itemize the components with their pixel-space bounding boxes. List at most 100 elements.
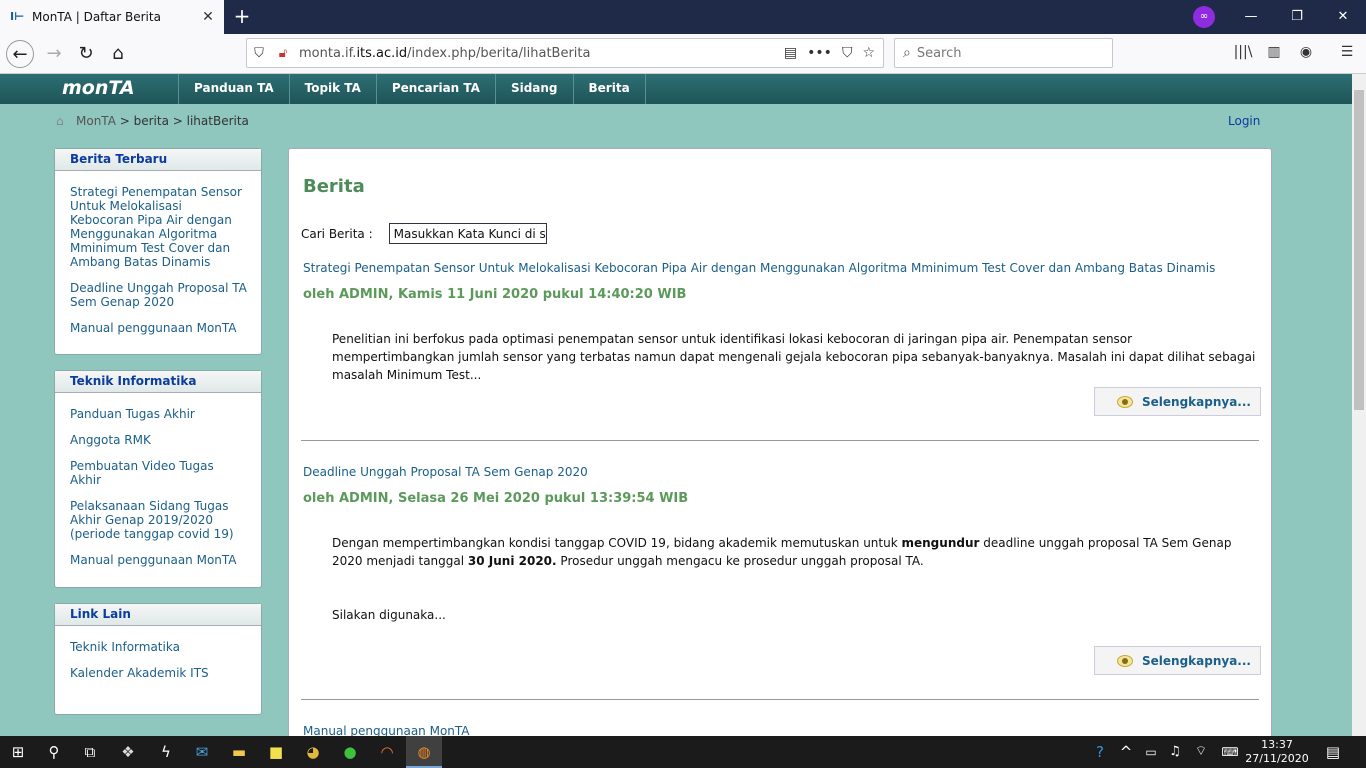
chevron-up-icon[interactable]: ^ <box>1112 736 1140 768</box>
read-more-button[interactable]: Selengkapnya... <box>1094 646 1261 675</box>
sticky-notes-icon[interactable]: ■ <box>258 736 294 768</box>
sidebar-link[interactable]: Manual penggunaan MonTA <box>70 553 237 567</box>
url-host: its.ac.id <box>356 45 408 61</box>
windows-start-icon[interactable]: ⊞ <box>0 736 36 768</box>
eye-icon <box>1117 654 1133 667</box>
sidebar-link[interactable]: Deadline Unggah Proposal TA Sem Genap 20… <box>70 281 247 309</box>
excerpt-bold-date: 30 Juni 2020. <box>467 554 557 568</box>
page-scrollbar[interactable] <box>1352 74 1366 736</box>
mail-icon[interactable]: ✉ <box>184 736 220 768</box>
news-meta: oleh ADMIN, Selasa 26 Mei 2020 pukul 13:… <box>303 491 689 506</box>
chrome-icon[interactable]: ◕ <box>295 736 331 768</box>
search-label: Cari Berita : <box>301 226 373 241</box>
site-header: monTA Panduan TA Topik TA Pencarian TA S… <box>0 74 1352 104</box>
sidebar-link[interactable]: Strategi Penempatan Sensor Untuk Melokal… <box>70 185 242 269</box>
insecure-lock-icon[interactable]: 🔓︎ <box>271 46 295 61</box>
breadcrumb-monta[interactable]: MonTA <box>76 114 116 128</box>
reader-view-icon[interactable]: ▤ <box>784 45 797 61</box>
list-item: Panduan Tugas Akhir <box>70 407 247 421</box>
task-view-icon[interactable]: ⧉ <box>72 736 108 768</box>
battery-icon[interactable]: ▭ <box>1138 736 1164 768</box>
address-bar[interactable]: ⛉ 🔓︎ monta.if.its.ac.id/index.php/berita… <box>246 38 884 68</box>
notifications-icon[interactable]: ▤ <box>1318 736 1348 768</box>
language-icon[interactable]: ⌨ <box>1216 736 1244 768</box>
library-icon[interactable]: |||\ <box>1232 44 1254 64</box>
close-tab-icon[interactable]: ✕ <box>200 9 216 25</box>
sidebar-box-berita-terbaru: Berita Terbaru Strategi Penempatan Senso… <box>54 148 262 355</box>
sidebar-box-title: Teknik Informatika <box>55 371 261 393</box>
menu-pencarian-ta[interactable]: Pencarian TA <box>377 74 496 104</box>
account-icon[interactable]: ◉ <box>1295 44 1317 64</box>
menu-icon[interactable]: ☰ <box>1336 44 1358 64</box>
bolt-app-icon[interactable]: ϟ <box>148 736 184 768</box>
sidebar-link[interactable]: Anggota RMK <box>70 433 151 447</box>
sidebar-link[interactable]: Panduan Tugas Akhir <box>70 407 195 421</box>
list-item: Kalender Akademik ITS <box>70 666 247 680</box>
file-explorer-icon[interactable]: ▬ <box>221 736 257 768</box>
eye-icon <box>1117 395 1133 408</box>
menu-sidang[interactable]: Sidang <box>496 74 574 104</box>
search-bar[interactable]: ⌕ Search <box>894 38 1113 68</box>
sidebar-link[interactable]: Teknik Informatika <box>70 640 180 654</box>
menu-panduan-ta[interactable]: Panduan TA <box>179 74 290 104</box>
minimize-icon[interactable]: — <box>1228 0 1274 34</box>
pocket-icon[interactable]: ⛉ <box>842 45 853 61</box>
breadcrumb-lihatberita: lihatBerita <box>186 114 249 128</box>
menu-topik-ta[interactable]: Topik TA <box>290 74 377 104</box>
browser-tab[interactable]: I⊢ MonTA | Daftar Berita ✕ <box>0 0 224 34</box>
breadcrumb: ⌂ MonTA > berita > lihatBerita <box>56 114 249 128</box>
app-icon[interactable]: ◠ <box>369 736 405 768</box>
system-clock[interactable]: 13:37 27/11/2020 <box>1244 738 1310 766</box>
scrollbar-thumb[interactable] <box>1354 90 1364 410</box>
news-title-link[interactable]: Deadline Unggah Proposal TA Sem Genap 20… <box>303 465 1263 479</box>
firefox-icon[interactable]: ◍ <box>406 736 442 768</box>
back-icon[interactable]: ← <box>6 40 34 68</box>
close-window-icon[interactable]: ✕ <box>1320 0 1366 34</box>
news-search-input[interactable] <box>388 223 547 244</box>
shield-icon[interactable]: ⛉ <box>247 46 271 61</box>
browser-tab-bar: I⊢ MonTA | Daftar Berita ✕ + ∞ — ❐ ✕ <box>0 0 1366 34</box>
read-more-button[interactable]: Selengkapnya... <box>1094 387 1261 416</box>
list-item: Pembuatan Video Tugas Akhir <box>70 459 247 487</box>
news-title-link[interactable]: Strategi Penempatan Sensor Untuk Melokal… <box>303 261 1263 275</box>
search-icon: ⌕ <box>903 45 911 61</box>
list-item: Strategi Penempatan Sensor Untuk Melokal… <box>70 185 247 269</box>
url-text[interactable]: monta.if.its.ac.id/index.php/berita/liha… <box>295 46 784 61</box>
private-browsing-icon: ∞ <box>1193 6 1215 28</box>
sidebar-link[interactable]: Manual penggunaan MonTA <box>70 321 237 335</box>
reload-icon[interactable]: ↻ <box>72 40 100 68</box>
sidebar-toggle-icon[interactable]: ▥ <box>1263 44 1285 64</box>
main-menu: Panduan TA Topik TA Pencarian TA Sidang … <box>178 74 646 104</box>
sidebar-link[interactable]: Pembuatan Video Tugas Akhir <box>70 459 214 487</box>
list-item: Pelaksanaan Sidang Tugas Akhir Genap 201… <box>70 499 247 541</box>
news-excerpt: Penelitian ini berfokus pada optimasi pe… <box>332 332 1256 382</box>
news-excerpt: Dengan mempertimbangkan kondisi tanggap … <box>332 534 1258 624</box>
restore-icon[interactable]: ❐ <box>1274 0 1320 34</box>
divider <box>301 699 1259 700</box>
dropbox-icon[interactable]: ❖ <box>110 736 146 768</box>
sidebar-link[interactable]: Pelaksanaan Sidang Tugas Akhir Genap 201… <box>70 499 234 541</box>
bookmark-star-icon[interactable]: ☆ <box>862 45 875 61</box>
new-tab-icon[interactable]: + <box>230 4 254 28</box>
login-link[interactable]: Login <box>1228 114 1260 128</box>
sidebar-box-link-lain: Link Lain Teknik Informatika Kalender Ak… <box>54 603 262 715</box>
breadcrumb-separator: > <box>168 114 187 128</box>
home-icon[interactable]: ⌂ <box>104 40 132 68</box>
clock-date: 27/11/2020 <box>1245 752 1309 765</box>
sidebar-link[interactable]: Kalender Akademik ITS <box>70 666 209 680</box>
volume-icon[interactable]: ♫ <box>1162 736 1188 768</box>
excerpt-text: Prosedur unggah mengacu ke prosedur ungg… <box>560 554 924 568</box>
url-path: /index.php/berita/lihatBerita <box>407 45 591 61</box>
page-actions-icon[interactable]: ••• <box>807 45 832 61</box>
forward-icon[interactable]: → <box>40 40 68 68</box>
breadcrumb-berita[interactable]: berita <box>134 114 169 128</box>
menu-berita[interactable]: Berita <box>574 74 646 104</box>
read-more-label: Selengkapnya... <box>1142 394 1251 409</box>
windows-taskbar: ⊞ ⚲ ⧉ ❖ ϟ ✉ ▬ ■ ◕ ● ◠ ◍ ? ^ ▭ ♫ ⌔ ⌨ 13:3… <box>0 736 1366 768</box>
excerpt-paragraph: Silakan digunaka... <box>332 608 446 622</box>
search-icon[interactable]: ⚲ <box>36 736 72 768</box>
wifi-icon[interactable]: ⌔ <box>1188 736 1214 768</box>
line-app-icon[interactable]: ● <box>332 736 368 768</box>
news-item: Strategi Penempatan Sensor Untuk Melokal… <box>303 261 1263 384</box>
site-logo[interactable]: monTA <box>62 77 135 99</box>
